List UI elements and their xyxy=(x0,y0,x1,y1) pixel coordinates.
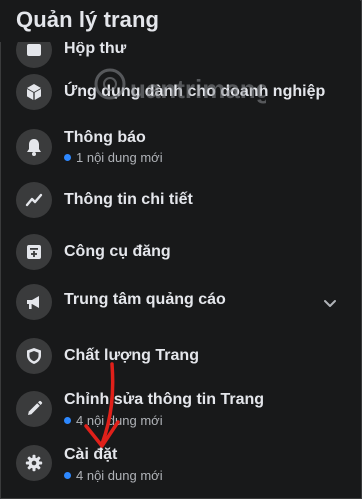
notification-count-text: 1 nội dung mới xyxy=(76,150,163,165)
menu-item-settings[interactable]: Cài đặt 4 nội dung mới xyxy=(0,437,360,489)
unread-dot xyxy=(64,154,71,161)
chevron-down-icon[interactable] xyxy=(322,296,338,312)
menu-item-business-apps[interactable]: Ứng dụng dành cho doanh nghiệp xyxy=(0,66,360,118)
menu-item-label: Chỉnh sửa thông tin Trang xyxy=(64,391,265,408)
page-title: Quản lý trang xyxy=(16,7,160,32)
notification-count-text: 4 nội dung mới xyxy=(76,413,163,428)
notification-count-text: 4 nội dung mới xyxy=(76,468,163,483)
gear-icon xyxy=(16,445,52,481)
chart-line-icon xyxy=(16,182,52,218)
shield-icon xyxy=(16,338,52,374)
menu-item-page-quality[interactable]: Chất lượng Trang xyxy=(0,330,360,382)
notification-count: 1 nội dung mới xyxy=(64,150,163,165)
title-bar: Quản lý trang xyxy=(0,0,360,42)
notification-count: 4 nội dung mới xyxy=(64,468,163,483)
menu-item-label: Chất lượng Trang xyxy=(64,347,199,364)
menu-item-ad-center[interactable]: Trung tâm quảng cáo xyxy=(0,276,360,328)
menu-item-insights[interactable]: Thông tin chi tiết xyxy=(0,174,360,226)
menu-item-label: Công cụ đăng xyxy=(64,243,171,260)
menu-item-publishing-tools[interactable]: Công cụ đăng xyxy=(0,226,360,278)
menu-item-label: Hộp thư xyxy=(64,40,127,57)
menu-item-label: Trung tâm quảng cáo xyxy=(64,291,226,308)
unread-dot xyxy=(64,472,71,479)
unread-dot xyxy=(64,417,71,424)
megaphone-icon xyxy=(16,284,52,320)
bell-icon xyxy=(16,129,52,165)
notification-count: 4 nội dung mới xyxy=(64,413,163,428)
menu-item-label: Thông tin chi tiết xyxy=(64,191,193,208)
publishing-tools-icon xyxy=(16,234,52,270)
menu-item-label: Ứng dụng dành cho doanh nghiệp xyxy=(64,83,326,100)
menu-item-label: Thông báo xyxy=(64,129,146,146)
menu-item-notifications[interactable]: Thông báo 1 nội dung mới xyxy=(0,120,360,172)
menu-item-edit-page-info[interactable]: Chỉnh sửa thông tin Trang 4 nội dung mới xyxy=(0,382,360,434)
pencil-icon xyxy=(16,391,52,427)
box-icon xyxy=(16,74,52,110)
menu-item-label: Cài đặt xyxy=(64,446,118,463)
